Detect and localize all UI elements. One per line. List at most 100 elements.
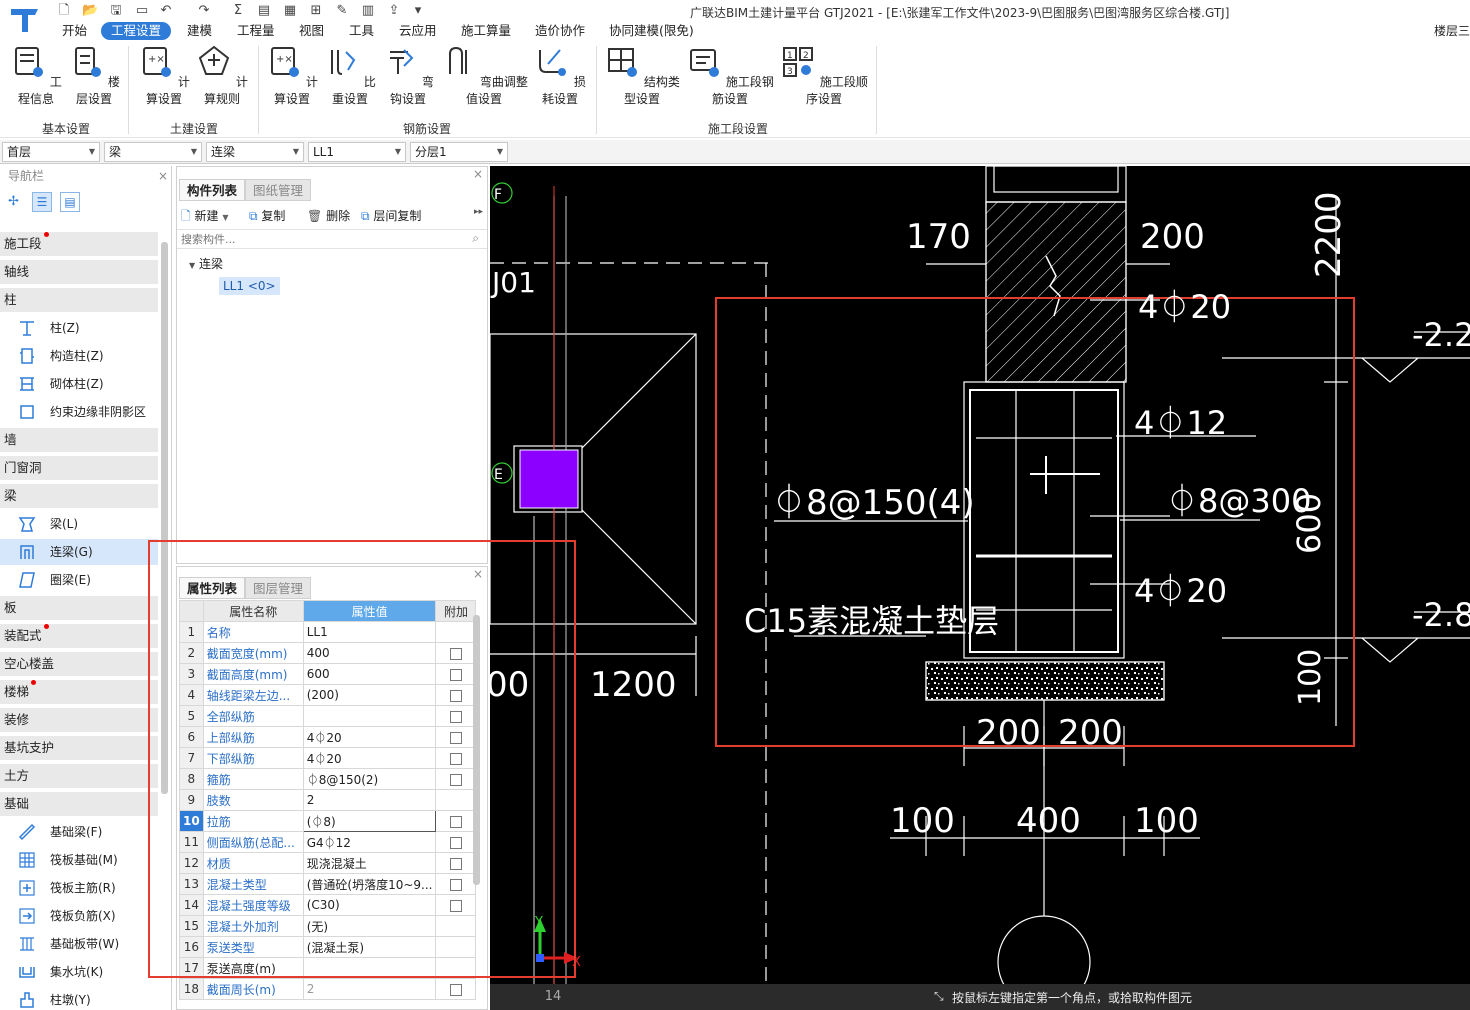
layer-control[interactable]: 楼层三 xyxy=(1434,22,1470,39)
menu-tools[interactable]: 工具 xyxy=(339,22,384,40)
nav-item-constructional-column[interactable]: 构造柱(Z) xyxy=(0,343,158,369)
nav-cat-door-window[interactable]: 门窗洞 xyxy=(0,456,158,480)
nav-item-raft-foundation[interactable]: 筏板基础(M) xyxy=(0,847,158,873)
menu-collab-modeling[interactable]: 协同建模(限免) xyxy=(599,22,704,40)
menu-cost-collab[interactable]: 造价协作 xyxy=(525,22,595,40)
nav-cat-beam[interactable]: 梁 xyxy=(0,484,158,508)
nav-item-beam[interactable]: 梁(L) xyxy=(0,511,158,537)
hook-settings-button[interactable]: 弯钩设置 xyxy=(382,44,434,107)
sublayer-select[interactable]: 分层1 ▼ xyxy=(410,142,508,162)
detail-view-icon[interactable]: ▤ xyxy=(60,192,80,212)
component-select-value: LL1 xyxy=(313,145,335,159)
undo-icon[interactable]: ↶ xyxy=(158,3,174,19)
new-file-icon[interactable]: 🗋 xyxy=(56,3,72,19)
menu-project-settings[interactable]: 工程设置 xyxy=(101,22,172,40)
menu-quantities[interactable]: 工程量 xyxy=(227,22,285,40)
open-file-icon[interactable]: 📂 xyxy=(82,3,98,19)
customize-icon[interactable]: ▾ xyxy=(410,3,426,19)
category-select[interactable]: 梁 ▼ xyxy=(104,142,202,162)
structure-type-button[interactable]: 结构类型设置 xyxy=(604,44,680,107)
nav-item-coupling-beam[interactable]: 连梁(G) xyxy=(0,539,158,565)
project-info-button[interactable]: 工程信息 xyxy=(10,44,62,107)
close-icon[interactable]: × xyxy=(473,167,483,181)
menu-construction-calc[interactable]: 施工算量 xyxy=(451,22,521,40)
save-as-icon[interactable]: ▭ xyxy=(134,3,150,19)
edit-icon[interactable]: ✎ xyxy=(334,3,350,19)
property-value[interactable]: 2 xyxy=(302,978,437,1000)
nav-item-sump-pit[interactable]: 集水坑(K) xyxy=(0,959,158,985)
type-select[interactable]: 连梁 ▼ xyxy=(206,142,304,162)
grid-icon[interactable]: ▦ xyxy=(282,3,298,19)
cursor-corner-icon: ⤡ xyxy=(934,989,944,1003)
selected-column-fill[interactable] xyxy=(519,449,579,509)
layer-copy-button[interactable]: ⧉ 层间复制 xyxy=(361,207,421,224)
search-box[interactable]: ⌕ xyxy=(177,229,487,249)
stage-order-button[interactable]: 123 施工段顺序设置 xyxy=(780,44,868,107)
nav-item-raft-negative-rebar[interactable]: 筏板负筋(X) xyxy=(0,903,158,929)
nav-item-masonry-column[interactable]: 砌体柱(Z) xyxy=(0,371,158,397)
title-bar: 🗋 📂 🖫 ▭ ↶ ↷ Σ ▤ ▦ ⊞ ✎ ▥ ⇪ ▾ 广联达BIM土建计量平台… xyxy=(0,0,1470,40)
nav-cat-earthwork[interactable]: 土方 xyxy=(0,764,158,788)
floor-settings-button[interactable]: 楼层设置 xyxy=(68,44,120,107)
nav-item-foundation-strip[interactable]: 基础板带(W) xyxy=(0,931,158,957)
copy-button[interactable]: ⧉ 复制 xyxy=(249,207,285,224)
menu-cloud[interactable]: 云应用 xyxy=(389,22,447,40)
table-icon[interactable]: ▥ xyxy=(360,3,376,19)
nav-item-raft-main-rebar[interactable]: 筏板主筋(R) xyxy=(0,875,158,901)
close-icon[interactable]: × xyxy=(158,166,168,186)
new-button[interactable]: 🗋 新建 ▼ xyxy=(181,207,228,228)
drawing-canvas[interactable]: F E J01 170 200 2200 4⏀20 4⏀12 ⏀8@150(4)… xyxy=(490,166,1470,984)
weight-settings-button[interactable]: 比重设置 xyxy=(324,44,376,107)
nav-cat-slab[interactable]: 板 xyxy=(0,596,158,620)
search-input[interactable] xyxy=(177,230,457,248)
tab-component-list[interactable]: 构件列表 xyxy=(179,179,246,201)
tab-drawing-management[interactable]: 图纸管理 xyxy=(245,179,312,201)
nav-cat-construction-stage[interactable]: 施工段 xyxy=(0,232,158,256)
nav-cat-pit-support[interactable]: 基坑支护 xyxy=(0,736,158,760)
nav-item-ring-beam[interactable]: 圈梁(E) xyxy=(0,567,158,593)
nav-item-label: 构造柱(Z) xyxy=(50,349,104,363)
search-icon[interactable]: ⌕ xyxy=(472,231,479,246)
report-icon[interactable]: ▤ xyxy=(256,3,272,19)
sum-icon[interactable]: Σ xyxy=(230,3,246,19)
nav-item-foundation-beam[interactable]: 基础梁(F) xyxy=(0,819,158,845)
layer-copy-icon: ⧉ xyxy=(361,209,370,223)
nav-item-boundary-zone[interactable]: 约束边缘非阴影区(Z xyxy=(0,399,158,445)
nav-cat-axis[interactable]: 轴线 xyxy=(0,260,158,284)
bend-adjust-button[interactable]: 弯曲调整值设置 xyxy=(440,44,528,107)
floor-select[interactable]: 首层 ▼ xyxy=(2,142,100,162)
nav-cat-prefab[interactable]: 装配式 xyxy=(0,624,158,648)
nav-item-label: 梁(L) xyxy=(50,517,79,531)
export-icon[interactable]: ⇪ xyxy=(386,3,402,19)
loss-settings-button[interactable]: 损耗设置 xyxy=(534,44,586,107)
nav-cat-foundation[interactable]: 基础 xyxy=(0,792,158,816)
stage-rebar-button[interactable]: 施工段钢筋设置 xyxy=(686,44,774,107)
component-select[interactable]: LL1 ▼ xyxy=(308,142,406,162)
more-icon[interactable]: ▸▸ xyxy=(474,207,483,217)
delete-button[interactable]: 🗑 删除 xyxy=(307,207,350,224)
nav-item-column-pier[interactable]: 柱墩(Y) xyxy=(0,987,158,1010)
menu-view[interactable]: 视图 xyxy=(289,22,334,40)
nav-cat-stairs[interactable]: 楼梯 xyxy=(0,680,158,704)
calc-rules-button[interactable]: 计算规则 xyxy=(196,44,248,107)
extra-checkbox[interactable] xyxy=(449,983,462,996)
civil-calc-settings-button[interactable]: +× 计算设置 xyxy=(138,44,190,107)
tree-root[interactable]: ▼ 连梁 xyxy=(189,255,223,272)
dim-100-far: 100 xyxy=(1134,801,1199,841)
tree-item-ll1[interactable]: LL1 <0> xyxy=(219,277,280,295)
table-row[interactable]: 18 截面周长(m) 2 xyxy=(179,978,477,1000)
pin-icon[interactable]: ✢ xyxy=(8,194,19,209)
layout-icon[interactable]: ⊞ xyxy=(308,3,324,19)
cad-drawing[interactable]: F E J01 170 200 2200 4⏀20 4⏀12 ⏀8@150(4)… xyxy=(490,166,1470,984)
nav-cat-wall[interactable]: 墙 xyxy=(0,428,158,452)
redo-icon[interactable]: ↷ xyxy=(196,3,212,19)
nav-item-column[interactable]: 柱(Z) xyxy=(0,315,158,341)
rebar-calc-settings-button[interactable]: +× 计算设置 xyxy=(266,44,318,107)
nav-cat-decoration[interactable]: 装修 xyxy=(0,708,158,732)
nav-cat-column[interactable]: 柱 xyxy=(0,288,158,312)
list-view-icon[interactable]: ☰ xyxy=(32,192,52,212)
save-icon[interactable]: 🖫 xyxy=(108,3,124,19)
menu-modeling[interactable]: 建模 xyxy=(177,22,222,40)
nav-cat-hollow-floor[interactable]: 空心楼盖 xyxy=(0,652,158,676)
menu-start[interactable]: 开始 xyxy=(52,22,97,40)
